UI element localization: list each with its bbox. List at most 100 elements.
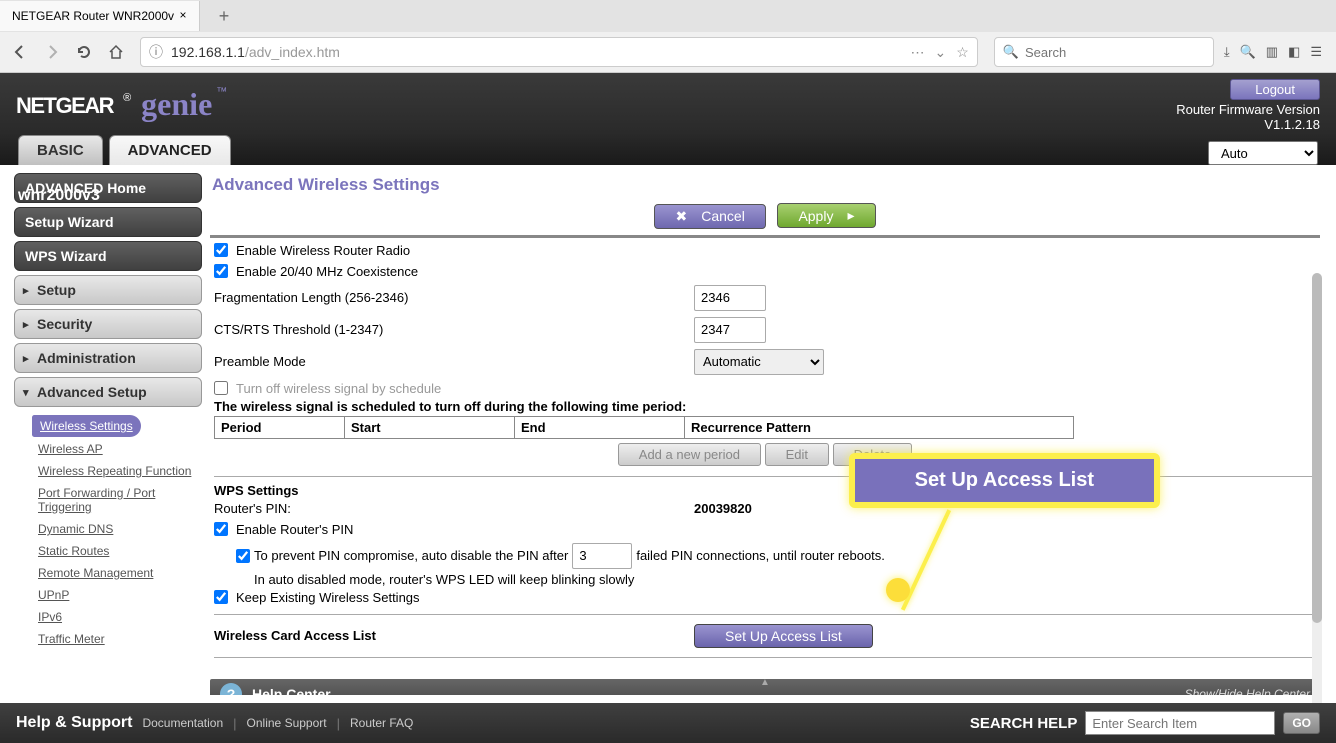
router-pin-value: 20039820 [694, 501, 752, 516]
cts-label: CTS/RTS Threshold (1-2347) [214, 322, 694, 337]
sub-wireless-ap[interactable]: Wireless AP [32, 439, 202, 459]
th-period: Period [215, 416, 345, 438]
prevent-post: failed PIN connections, until router reb… [636, 548, 885, 563]
sub-wireless-settings[interactable]: Wireless Settings [32, 415, 141, 437]
sidebar-group-administration[interactable]: Administration [14, 343, 202, 373]
keep-existing-checkbox[interactable] [214, 590, 228, 604]
sub-ddns[interactable]: Dynamic DNS [32, 519, 202, 539]
help-icon[interactable]: ? [220, 683, 242, 696]
apply-button[interactable]: Apply▸ [777, 203, 875, 228]
close-icon[interactable]: × [175, 8, 191, 24]
schedule-table: Period Start End Recurrence Pattern [214, 416, 1074, 439]
search-icon: 🔍 [1003, 44, 1019, 60]
search-help-label: SEARCH HELP [970, 715, 1078, 732]
star-icon[interactable]: ☆ [956, 44, 969, 61]
setup-access-list-button[interactable]: Set Up Access List [694, 624, 873, 648]
firmware-label: Router Firmware Version [1176, 102, 1320, 117]
browser-search[interactable]: 🔍 [994, 37, 1214, 67]
th-start: Start [345, 416, 515, 438]
th-end: End [515, 416, 685, 438]
library-icon[interactable]: ▥ [1266, 44, 1278, 60]
firmware-version: V1.1.2.18 [1176, 117, 1320, 132]
scrollbar[interactable] [1312, 273, 1322, 723]
sub-upnp[interactable]: UPnP [32, 585, 202, 605]
prevent-value-input[interactable] [572, 543, 632, 569]
sidebar-item-setup-wizard[interactable]: Setup Wizard [14, 207, 202, 237]
sidebar-group-advanced-setup[interactable]: Advanced Setup [14, 377, 202, 407]
more-icon[interactable]: ⋯ [911, 44, 925, 61]
sub-traffic-meter[interactable]: Traffic Meter [32, 629, 202, 649]
enable-coex-checkbox[interactable] [214, 264, 228, 278]
keep-existing-label: Keep Existing Wireless Settings [236, 590, 420, 605]
sched-desc: The wireless signal is scheduled to turn… [214, 399, 1316, 414]
help-center-label: Help Center [252, 686, 331, 696]
sub-port-forwarding[interactable]: Port Forwarding / Port Triggering [32, 483, 202, 517]
netgear-logo: NETGEAR [16, 93, 113, 119]
wcal-label: Wireless Card Access List [214, 628, 694, 643]
auto-disabled-note: In auto disabled mode, router's WPS LED … [214, 572, 1316, 587]
cancel-button[interactable]: ✖Cancel [654, 204, 765, 229]
turn-off-sched-label: Turn off wireless signal by schedule [236, 381, 441, 396]
frag-input[interactable] [694, 285, 766, 311]
preamble-select[interactable]: Automatic [694, 349, 824, 375]
prevent-pre: To prevent PIN compromise, auto disable … [254, 548, 568, 563]
scrollbar-thumb[interactable] [1312, 273, 1322, 623]
footer-doc[interactable]: Documentation [142, 716, 223, 730]
sidebar-icon[interactable]: ◧ [1288, 44, 1300, 60]
sub-remote-management[interactable]: Remote Management [32, 563, 202, 583]
footer-title: Help & Support [16, 714, 132, 732]
enable-pin-checkbox[interactable] [214, 522, 228, 536]
model-label: wnr2000v3 [18, 187, 100, 205]
forward-button[interactable] [38, 38, 66, 66]
sub-static-routes[interactable]: Static Routes [32, 541, 202, 561]
callout-highlight: Set Up Access List [849, 453, 1160, 508]
sidebar-item-wps-wizard[interactable]: WPS Wizard [14, 241, 202, 271]
sidebar-group-security[interactable]: Security [14, 309, 202, 339]
new-tab-button[interactable]: + [210, 2, 238, 30]
tab-basic[interactable]: BASIC [18, 135, 103, 165]
go-button[interactable]: GO [1283, 712, 1320, 734]
language-select[interactable]: Auto [1208, 141, 1318, 165]
footer-online[interactable]: Online Support [247, 716, 327, 730]
th-recurrence: Recurrence Pattern [685, 416, 1074, 438]
close-icon: ✖ [675, 208, 687, 225]
frag-label: Fragmentation Length (256-2346) [214, 290, 694, 305]
home-button[interactable] [102, 38, 130, 66]
footer-faq[interactable]: Router FAQ [350, 716, 413, 730]
add-period-button[interactable]: Add a new period [618, 443, 761, 466]
url-bar[interactable]: ⓘ 192.168.1.1/adv_index.htm ⋯ ⌄ ☆ [140, 37, 978, 67]
search-help-input[interactable] [1085, 711, 1275, 735]
callout-dot [886, 578, 910, 602]
sidebar-group-setup[interactable]: Setup [14, 275, 202, 305]
sub-wrf[interactable]: Wireless Repeating Function [32, 461, 202, 481]
preamble-label: Preamble Mode [214, 354, 694, 369]
tab-advanced[interactable]: ADVANCED [109, 135, 231, 165]
menu-icon[interactable]: ☰ [1310, 44, 1322, 60]
reload-button[interactable] [70, 38, 98, 66]
router-pin-label: Router's PIN: [214, 501, 694, 516]
enable-coex-label: Enable 20/40 MHz Coexistence [236, 264, 418, 279]
turn-off-sched-checkbox[interactable] [214, 381, 228, 395]
tab-title: NETGEAR Router WNR2000v [12, 9, 175, 23]
play-icon: ▸ [847, 207, 854, 224]
back-button[interactable] [6, 38, 34, 66]
chevron-up-icon[interactable]: ▲ [760, 677, 770, 688]
enable-pin-label: Enable Router's PIN [236, 522, 353, 537]
pocket-icon[interactable]: ⌄ [935, 44, 947, 61]
logout-button[interactable]: Logout [1230, 79, 1320, 100]
genie-logo: genie [141, 86, 212, 123]
callout-label: Set Up Access List [915, 469, 1094, 492]
enable-radio-label: Enable Wireless Router Radio [236, 243, 410, 258]
enable-radio-checkbox[interactable] [214, 243, 228, 257]
search-toolbar-icon[interactable]: 🔍 [1240, 44, 1256, 60]
cts-input[interactable] [694, 317, 766, 343]
show-hide-help-link[interactable]: Show/Hide Help Center [1185, 687, 1310, 696]
search-input[interactable] [1025, 45, 1205, 60]
download-icon[interactable]: ⤓ [1224, 44, 1230, 60]
sub-ipv6[interactable]: IPv6 [32, 607, 202, 627]
info-icon[interactable]: ⓘ [149, 42, 163, 62]
url-text: 192.168.1.1/adv_index.htm [171, 44, 911, 60]
browser-tab[interactable]: NETGEAR Router WNR2000v × [0, 1, 200, 31]
edit-button[interactable]: Edit [765, 443, 829, 466]
prevent-pin-checkbox[interactable] [236, 549, 250, 563]
